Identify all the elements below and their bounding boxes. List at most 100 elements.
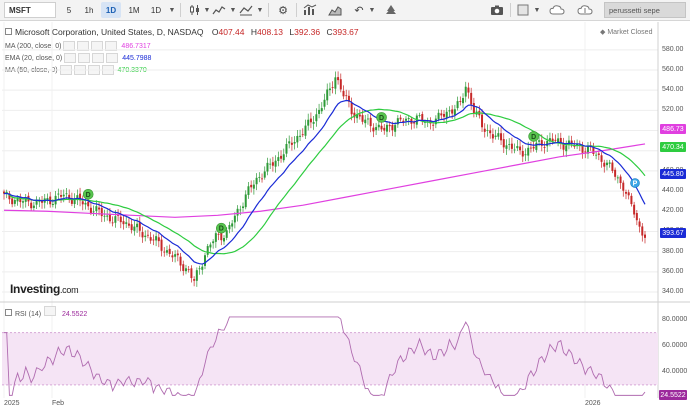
candle-body — [491, 134, 494, 139]
collapse-icon[interactable] — [5, 28, 12, 35]
candle-body — [481, 114, 484, 128]
candle-body — [415, 115, 418, 125]
interval-5[interactable]: 5 — [59, 2, 79, 18]
tree-icon[interactable] — [382, 2, 400, 18]
candle-body — [280, 155, 283, 159]
candle-body — [358, 114, 361, 117]
candle-body — [551, 138, 554, 142]
user-menu[interactable]: perussetti sepe — [604, 2, 686, 18]
candle-body — [223, 238, 226, 242]
candle-body — [345, 95, 348, 97]
candle-body — [619, 176, 622, 184]
candle-body — [3, 191, 5, 194]
candle-body — [220, 232, 223, 241]
indicator-icon[interactable] — [237, 2, 255, 18]
template-chevron-down-icon[interactable]: ▼ — [533, 2, 541, 18]
cloud-download-icon[interactable] — [576, 2, 594, 18]
candle-body — [391, 124, 394, 131]
price-tick-label: 540.00 — [662, 86, 684, 94]
candle-body — [470, 92, 473, 105]
candle-body — [70, 198, 73, 204]
candle-body — [5, 191, 8, 193]
candle-body — [342, 90, 345, 97]
indicator-row-ma200[interactable]: MA (200, close, 0) 486.7317 — [5, 41, 151, 51]
candle-body — [98, 207, 101, 210]
candle-body — [532, 146, 535, 149]
candle-body — [581, 145, 584, 153]
candle-body — [41, 200, 44, 203]
candle-body — [152, 239, 155, 241]
candle-body — [459, 101, 462, 103]
interval-1m[interactable]: 1M — [124, 2, 144, 18]
candle-body — [301, 134, 304, 136]
undo-icon[interactable]: ↶ — [350, 2, 368, 18]
candle-body — [62, 194, 65, 197]
candle-body — [353, 112, 356, 118]
candle-body — [622, 182, 625, 191]
indicator-chevron-down-icon[interactable]: ▼ — [256, 2, 264, 18]
interval-1d[interactable]: 1D — [101, 2, 121, 18]
candlestick-icon[interactable] — [186, 2, 204, 18]
candle-body — [524, 154, 527, 156]
candle-body — [307, 119, 310, 126]
candle-body — [516, 146, 519, 149]
candle-body — [364, 119, 367, 124]
compare-chevron-down-icon[interactable]: ▼ — [229, 2, 237, 18]
candle-body — [478, 110, 481, 116]
dividend-marker — [215, 222, 227, 234]
candle-body — [567, 140, 570, 145]
area-chart-icon[interactable] — [326, 2, 344, 18]
indicator-row-ma50[interactable]: MA (50, close, 0) 470.3370 — [5, 65, 147, 75]
candle-body — [182, 264, 185, 271]
candle-body — [212, 241, 215, 244]
candle-body — [535, 142, 538, 150]
earnings-marker-label: P — [633, 181, 638, 188]
candle-body — [127, 223, 130, 226]
interval-chevron-down-icon[interactable]: ▼ — [168, 2, 176, 18]
cloud-icon[interactable] — [548, 2, 566, 18]
candle-body — [605, 162, 608, 166]
candle-body — [413, 122, 416, 124]
gear-icon[interactable]: ⚙ — [274, 2, 292, 18]
candle-body — [312, 122, 315, 124]
interval-dropdown[interactable]: 1D — [146, 2, 166, 18]
candle-body — [570, 140, 573, 144]
candle-body — [244, 194, 247, 208]
candle-body — [407, 118, 410, 120]
candle-body — [32, 205, 35, 208]
candle-body — [114, 216, 117, 223]
candle-body — [483, 128, 486, 132]
candle-body — [633, 204, 636, 215]
rsi-tick-label: 80.0000 — [662, 315, 688, 323]
candle-body — [228, 225, 231, 230]
candle-body — [133, 226, 136, 231]
candle-body — [49, 196, 52, 205]
undo-chevron-down-icon[interactable]: ▼ — [368, 2, 376, 18]
candle-body — [73, 198, 76, 205]
x-tick-feb: Feb — [52, 400, 65, 407]
camera-icon[interactable] — [488, 2, 506, 18]
interval-1h[interactable]: 1h — [79, 2, 99, 18]
price-tick-label: 580.00 — [662, 45, 684, 53]
tag-ma50: 470.34 — [660, 142, 686, 152]
symbol-input[interactable]: MSFT — [4, 2, 56, 18]
dividend-marker — [528, 131, 539, 142]
candle-body — [149, 237, 152, 241]
candle-body — [565, 145, 568, 152]
rsi-band — [2, 332, 658, 385]
rsi-collapse-icon[interactable] — [5, 309, 12, 316]
candle-body — [641, 226, 644, 236]
candle-body — [576, 143, 579, 146]
line-chart-icon[interactable] — [210, 2, 228, 18]
price-tick-label: 420.00 — [662, 207, 684, 215]
dividend-marker — [82, 188, 94, 200]
candle-body — [299, 135, 302, 137]
template-icon[interactable] — [514, 2, 532, 18]
bar-pattern-icon[interactable] — [301, 2, 319, 18]
ma50-line — [3, 108, 646, 255]
tag-ma200: 486.73 — [660, 124, 686, 134]
candle-body — [89, 207, 92, 214]
candle-body — [440, 113, 443, 116]
indicator-row-ema20[interactable]: EMA (20, close, 0) 445.7988 — [5, 53, 151, 63]
market-status: ◆ Market Closed — [600, 29, 653, 36]
